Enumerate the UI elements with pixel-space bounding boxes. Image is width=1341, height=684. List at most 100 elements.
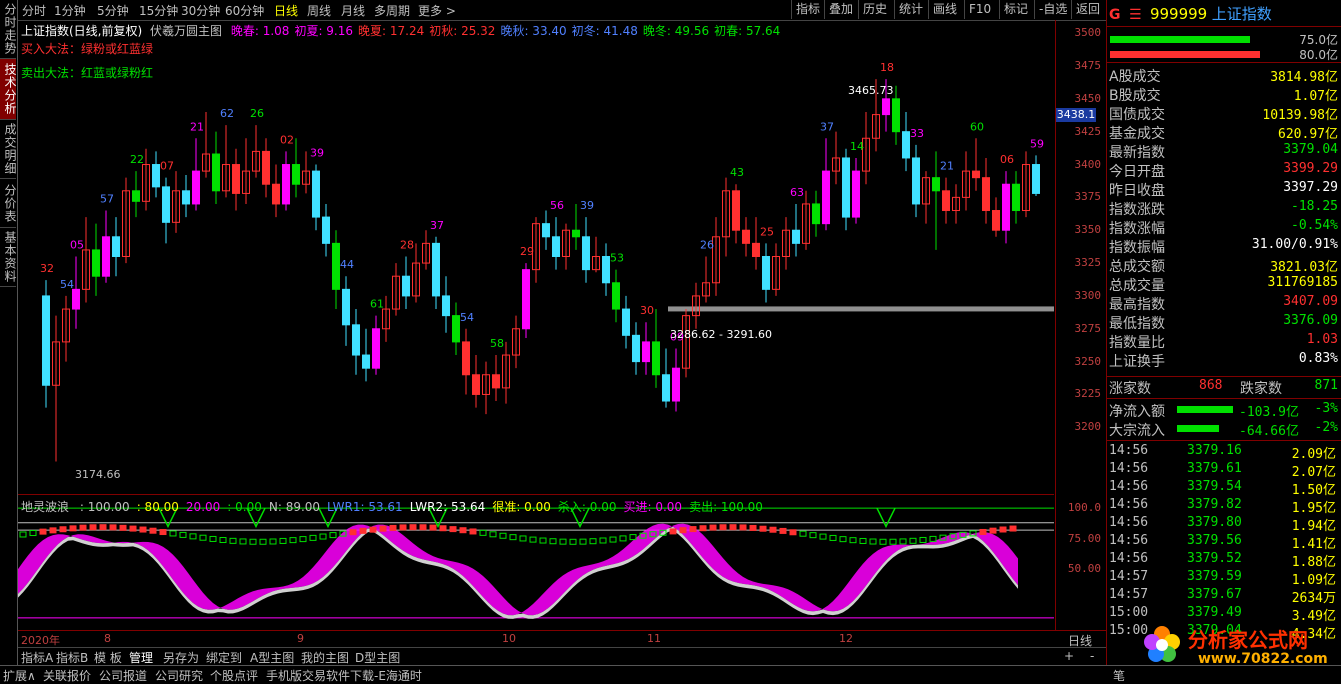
expand-button[interactable]: 扩展∧ [3,667,36,684]
period-multi[interactable]: 多周期 [374,2,410,19]
signal-square [199,534,207,541]
candle-body [472,374,480,395]
cycle-label: 44 [340,258,354,271]
signal-square [879,538,887,545]
stock-comment-link[interactable]: 个股点评 [210,667,258,684]
tab-basic-info[interactable]: 基本资料 [0,228,17,287]
zoom-out-icon[interactable]: - [1090,649,1094,663]
indicator-name[interactable]: 伏羲万圆主图 [150,24,222,38]
related-quote-link[interactable]: 关联报价 [43,667,91,684]
period-1min[interactable]: 1分钟 [54,2,86,19]
cycle-label: 53 [610,252,624,265]
candle-body [632,334,640,363]
menu-icon[interactable]: ☰ [1129,7,1142,23]
mobile-download-link[interactable]: 手机版交易软件下载-E海通时 [266,667,422,684]
signal-square [839,536,847,543]
buy-rule: 买入大法：绿粉或红蓝绿 [21,42,154,56]
period-30min[interactable]: 30分钟 [181,2,220,19]
g-icon[interactable]: G [1109,7,1121,23]
f10-button[interactable]: F10 [964,0,995,19]
stats-button[interactable]: 统计 [894,0,927,19]
template-tabs: 指标A 指标B 模 板 管理 另存为 绑定到 A型主图 我的主图 D型主图 + … [18,647,1106,666]
price-chart[interactable]: 32 05 57 22 07 21 62 26 02 39 44 61 28 37 54 58 29 56 39 53… [18,20,1054,493]
block-inflow-pct: -2% [1314,420,1338,435]
tab-bind-to[interactable]: 绑定到 [206,649,242,666]
signal-square [999,526,1007,533]
tab-manage[interactable]: 管理 [129,649,153,666]
price-tick: 3375 [1074,190,1102,204]
mark-button[interactable]: 标记 [999,0,1032,19]
candle-body [42,295,50,386]
cycle-label: 18 [880,61,894,74]
signal-square [899,538,907,545]
period-month[interactable]: 月线 [341,2,365,19]
watermark-url: www.70822.com [1198,651,1328,667]
draw-line-button[interactable]: 画线 [928,0,961,19]
signal-square [379,525,387,532]
period-5min[interactable]: 5分钟 [97,2,129,19]
down-value: 871 [1314,378,1338,393]
tab-save-as[interactable]: 另存为 [163,649,199,666]
candle-body [602,256,610,284]
period-week[interactable]: 周线 [307,2,331,19]
quote-row-value: 31.00/0.91% [1251,237,1338,252]
signal-square [129,525,137,532]
x-label-2020: 2020年 [21,634,60,647]
indicator-pane[interactable]: 地灵波浪 : 100.00: 80.00 20.00: 0.00 N: 89.00 L… [18,496,1054,630]
overlay-button[interactable]: 叠加 [824,0,857,19]
cycle-label: 57 [100,193,114,206]
candle-body [742,229,750,244]
zoom-in-icon[interactable]: + [1064,649,1074,663]
signal-square [619,535,627,542]
signal-square [549,538,557,545]
company-research-link[interactable]: 公司研究 [155,667,203,684]
tab-tech-analysis[interactable]: 技术分析 [0,59,17,120]
signal-square [399,524,407,531]
candle-body [362,354,370,369]
self-select-button[interactable]: -自选 [1034,0,1071,19]
candle-body [762,256,770,290]
tab-indicator-a[interactable]: 指标A [21,649,53,666]
cycle-label: 26 [700,239,714,252]
tick-time: 14:57 [1109,587,1149,602]
candle-body [1002,183,1010,231]
header-value-0: 晚春: 1.08 [230,24,290,38]
tab-indicator-b[interactable]: 指标B [56,649,88,666]
tab-my-main[interactable]: 我的主图 [301,649,349,666]
indicator-pane-name[interactable]: 地灵波浪 [21,500,69,514]
period-15min[interactable]: 15分钟 [139,2,178,19]
tab-template[interactable]: 模 板 [94,649,122,666]
period-more[interactable]: 更多 > [418,2,456,19]
tick-row: 14:56 3379.61 2.07亿 [1107,461,1341,480]
signal-square [719,524,727,531]
tab-price-table[interactable]: 分价表 [0,179,17,228]
cycle-label: 29 [520,245,534,258]
tab-d-type-main[interactable]: D型主图 [355,649,400,666]
candle-body [292,164,300,185]
stock-name: 上证指数 [1211,5,1272,23]
signal-square [729,524,737,531]
indicator-button[interactable]: 指标 [791,0,824,19]
cycle-label: 22 [130,153,144,166]
period-timeshare[interactable]: 分时 [22,2,46,19]
indicator-tick: 100.0 [1067,501,1101,515]
history-button[interactable]: 历史 [858,0,891,19]
period-60min[interactable]: 60分钟 [225,2,264,19]
company-report-link[interactable]: 公司报道 [99,667,147,684]
cycle-label: 54 [60,278,74,291]
cycle-label: 33 [910,127,924,140]
tab-timeshare[interactable]: 分时走势 [0,0,17,59]
tick-row: 14:56 3379.16 2.09亿 [1107,443,1341,462]
net-inflow-value: -103.9亿 [1239,405,1299,420]
back-button[interactable]: 返回 [1071,0,1104,19]
indicator-tick: 75.00 [1067,531,1101,545]
signal-square [589,538,597,545]
quote-row-label: 最高指数 [1109,297,1165,313]
period-day[interactable]: 日线 [274,2,298,19]
signal-square [419,524,427,531]
signal-square [489,531,497,538]
price-tick: 3475 [1074,58,1102,72]
up-label: 涨家数 [1109,381,1151,397]
tab-a-type-main[interactable]: A型主图 [250,649,294,666]
tab-trade-detail[interactable]: 成交明细 [0,120,17,179]
